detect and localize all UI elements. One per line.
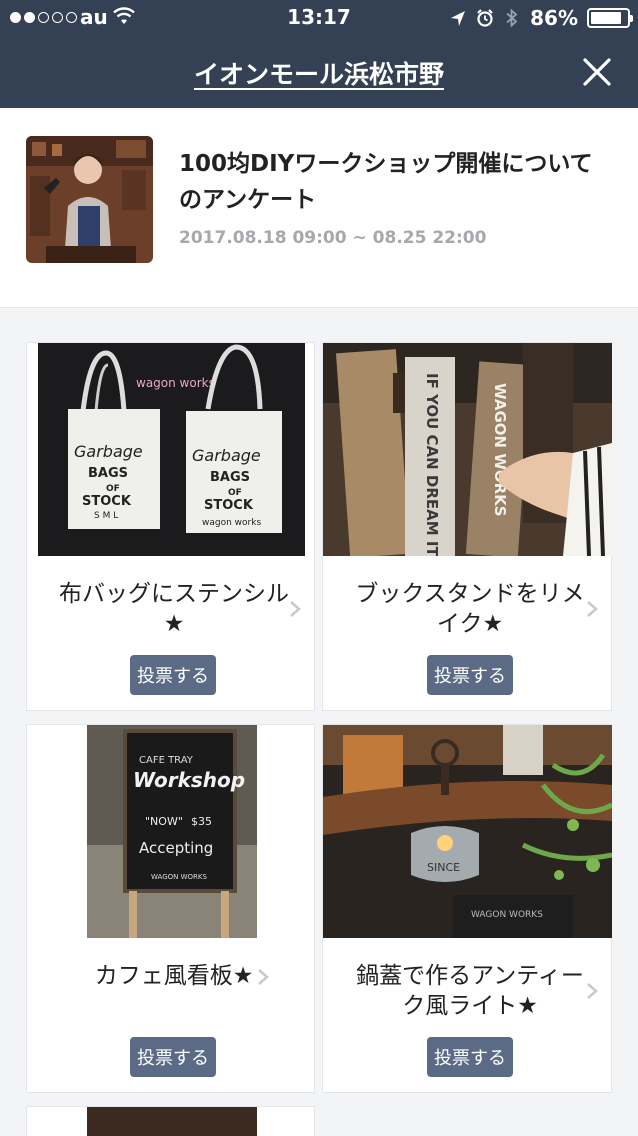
option-image-cafe-sign: CAFE TRAY Workshop "NOW" $35 Accepting W… xyxy=(87,725,257,938)
option-card-partial[interactable] xyxy=(26,1106,315,1136)
option-card[interactable]: SINCE WAGON WORKS 鍋蓋で作るアンティーク風ライト★ 投票する xyxy=(322,724,612,1093)
page-title[interactable]: イオンモール浜松市野 xyxy=(0,55,638,91)
location-arrow-icon xyxy=(451,11,466,26)
vote-button[interactable]: 投票する xyxy=(427,1037,513,1077)
chevron-right-icon xyxy=(587,983,598,999)
survey-title: 100均DIYワークショップ開催についてのアンケート xyxy=(179,151,593,213)
image-text: OF xyxy=(106,484,120,494)
image-text: IF YOU CAN DREAM IT xyxy=(423,373,441,556)
chevron-right-icon xyxy=(587,601,598,617)
survey-header: 100均DIYワークショップ開催についてのアンケート 2017.08.18 09… xyxy=(0,108,638,308)
option-image-tote-bags: wagon works Garbage BAGS OF STOCK S M L … xyxy=(38,343,305,556)
status-right-group: 86% xyxy=(449,6,633,30)
option-image-partial xyxy=(87,1107,257,1136)
image-text: WAGON WORKS xyxy=(151,873,207,881)
image-text: wagon works xyxy=(202,518,261,528)
option-card[interactable]: wagon works Garbage BAGS OF STOCK S M L … xyxy=(26,342,315,711)
image-text: "NOW" xyxy=(145,815,183,828)
image-text: Garbage xyxy=(192,446,261,465)
image-text: STOCK xyxy=(82,494,132,509)
image-text: $35 xyxy=(191,815,212,828)
battery-percent: 86% xyxy=(530,6,578,30)
option-card[interactable]: CAFE TRAY Workshop "NOW" $35 Accepting W… xyxy=(26,724,315,1093)
option-label: 鍋蓋で作るアンティーク風ライト★ xyxy=(356,963,584,1019)
close-icon[interactable] xyxy=(580,55,614,89)
chevron-right-icon xyxy=(258,969,269,985)
bluetooth-icon xyxy=(506,8,518,28)
image-text: BAGS xyxy=(88,466,128,481)
image-text: OF xyxy=(228,488,242,498)
vote-button[interactable]: 投票する xyxy=(130,655,216,695)
vote-button[interactable]: 投票する xyxy=(130,1037,216,1077)
option-image-antique-light: SINCE WAGON WORKS xyxy=(323,725,612,938)
option-image-book-stand: IF YOU CAN DREAM IT WAGON WORKS xyxy=(323,343,612,556)
image-text: Workshop xyxy=(133,768,245,792)
image-text: WAGON WORKS xyxy=(491,383,509,517)
image-text: CAFE TRAY xyxy=(139,755,194,766)
option-label: ブックスタンドをリメイク★ xyxy=(355,581,585,637)
image-text: SINCE xyxy=(427,861,460,874)
vote-button[interactable]: 投票する xyxy=(427,655,513,695)
image-text: Accepting xyxy=(139,839,213,857)
image-text: STOCK xyxy=(204,498,254,513)
chevron-right-icon xyxy=(290,601,301,617)
alarm-icon xyxy=(477,9,493,27)
image-text: wagon works xyxy=(136,376,215,390)
option-label: 布バッグにステンシル★ xyxy=(59,581,289,637)
top-bar: au 13:17 86% イオンモール浜松市野 xyxy=(0,0,638,108)
image-text: Garbage xyxy=(74,442,143,461)
option-card[interactable]: IF YOU CAN DREAM IT WAGON WORKS ブックスタンドを… xyxy=(322,342,612,711)
survey-thumbnail xyxy=(26,136,153,263)
image-text: S M L xyxy=(94,511,118,521)
image-text: BAGS xyxy=(210,470,250,485)
status-bar: au 13:17 86% xyxy=(0,0,638,36)
battery-icon xyxy=(587,8,633,28)
survey-period: 2017.08.18 09:00 ~ 08.25 22:00 xyxy=(179,228,487,248)
image-text: WAGON WORKS xyxy=(471,910,543,920)
